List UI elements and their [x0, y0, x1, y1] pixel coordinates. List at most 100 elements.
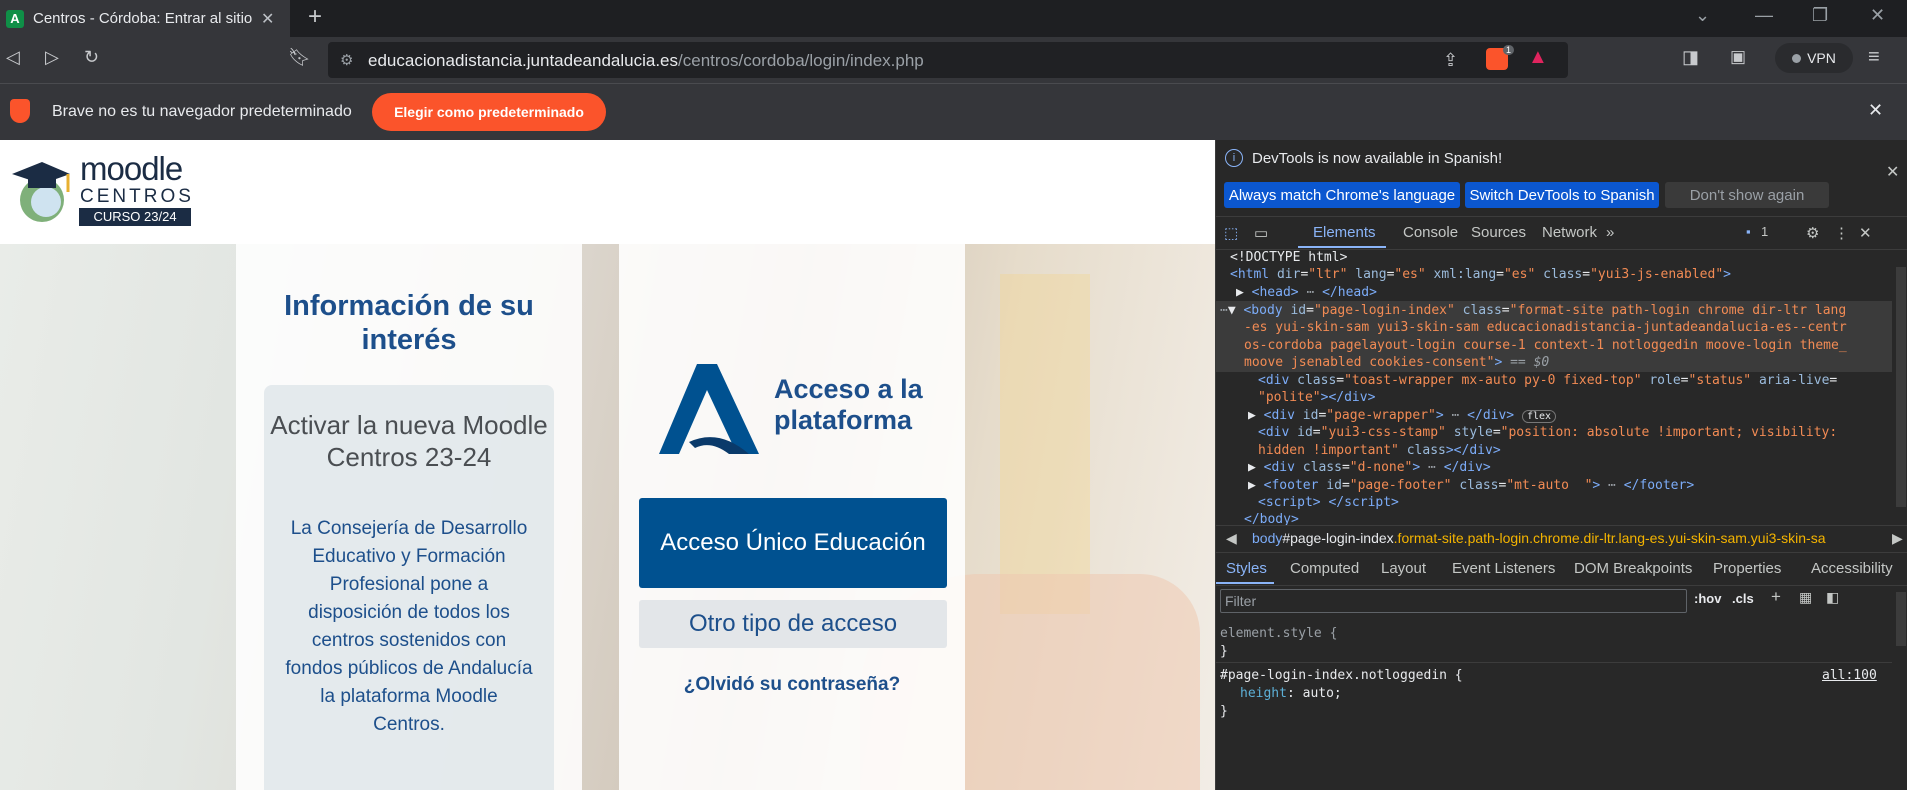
breadcrumb-path[interactable]: body#page-login-index.format-site.path-l… [1252, 530, 1825, 546]
match-language-button[interactable]: Always match Chrome's language [1224, 182, 1460, 208]
sidebar-icon[interactable]: ◨ [1682, 47, 1699, 68]
back-icon[interactable]: ◁ [6, 47, 20, 68]
info-panel: Información de su interés Activar la nue… [236, 244, 582, 790]
inspect-icon[interactable]: ⬚ [1224, 224, 1238, 242]
flex-badge[interactable]: flex [1521, 410, 1557, 423]
set-default-button[interactable]: Elegir como predeterminado [372, 93, 606, 131]
element-style-selector[interactable]: element.style { [1220, 626, 1337, 641]
crumb-right-icon[interactable]: ▶ [1892, 530, 1903, 547]
styles-scrollbar[interactable] [1896, 592, 1906, 646]
rule-divider [1216, 662, 1892, 663]
otro-acceso-button[interactable]: Otro tipo de acceso [639, 600, 947, 648]
new-tab-icon[interactable]: + [308, 3, 322, 31]
subtab-dom-breakpoints[interactable]: DOM Breakpoints [1574, 560, 1692, 577]
vpn-button[interactable]: VPN [1775, 43, 1853, 73]
forgot-password-link[interactable]: ¿Olvidó su contraseña? [619, 674, 965, 696]
share-icon[interactable]: ⇪ [1443, 50, 1458, 71]
rule-val: auto; [1302, 686, 1342, 701]
switch-spanish-button[interactable]: Switch DevTools to Spanish [1465, 182, 1659, 208]
moodle-centros-logo[interactable]: moodle CENTROS CURSO 23/24 [10, 150, 200, 228]
subtab-styles[interactable]: Styles [1226, 560, 1267, 577]
banner-close-icon[interactable]: ✕ [1886, 162, 1899, 182]
dom-dnone-line[interactable]: ▶ <div class="d-none"> ⋯ </div> [1248, 459, 1491, 477]
junta-andalucia-logo-icon [659, 364, 759, 454]
restore-icon[interactable]: ❐ [1812, 5, 1828, 26]
tab-network[interactable]: Network [1542, 224, 1597, 241]
dom-page-wrapper-line[interactable]: ▶ <div id="page-wrapper"> ⋯ </div> flex [1248, 407, 1557, 426]
dom-head-line[interactable]: ▶ <head> ⋯ </head> [1236, 284, 1377, 302]
dom-body-line-1[interactable]: ⋯▼ <body id="page-login-index" class="fo… [1220, 302, 1846, 320]
cls-toggle[interactable]: .cls [1732, 591, 1754, 606]
web-page: moodle CENTROS CURSO 23/24 Información d… [0, 140, 1215, 790]
new-rule-icon[interactable]: + [1771, 587, 1781, 607]
brave-logo-icon [10, 99, 30, 123]
rule-selector[interactable]: #page-login-index.notloggedin { [1220, 668, 1463, 683]
brave-rewards-icon[interactable]: ▲ [1528, 46, 1548, 69]
shields-count: 1 [1503, 45, 1515, 55]
rule-declaration[interactable]: height: auto; [1240, 686, 1342, 701]
subtab-layout[interactable]: Layout [1381, 560, 1426, 577]
menu-icon[interactable]: ≡ [1868, 46, 1880, 69]
vpn-label: VPN [1807, 50, 1836, 66]
tab-close-icon[interactable]: ✕ [261, 9, 274, 29]
reload-icon[interactable]: ↻ [84, 47, 99, 68]
tab-sources[interactable]: Sources [1471, 224, 1526, 241]
crumb-classes: .format-site.path-login.chrome.dir-ltr.l… [1393, 530, 1826, 546]
dom-css-stamp-line[interactable]: <div id="yui3-css-stamp" style="position… [1258, 424, 1837, 442]
issues-icon[interactable]: ▪ [1746, 224, 1751, 239]
url-text[interactable]: educacionadistancia.juntadeandalucia.es/… [368, 51, 924, 71]
address-bar[interactable]: ⚙ educacionadistancia.juntadeandalucia.e… [328, 42, 1568, 78]
forward-icon[interactable]: ▷ [45, 47, 59, 68]
more-options-icon[interactable]: ⋮ [1834, 224, 1849, 242]
hov-toggle[interactable]: :hov [1694, 591, 1721, 606]
dom-toast-line[interactable]: <div class="toast-wrapper mx-auto py-0 f… [1258, 372, 1837, 390]
dom-footer-line[interactable]: ▶ <footer id="page-footer" class="mt-aut… [1248, 477, 1694, 495]
devtools-tabs: ⬚ ▭ Elements Console Sources Network » ▪… [1216, 216, 1907, 250]
subtab-accessibility[interactable]: Accessibility [1811, 560, 1893, 577]
info-card: Activar la nueva Moodle Centros 23-24 La… [264, 385, 554, 790]
dom-body-line-2: -es yui-skin-sam yui3-skin-sam educacion… [1244, 320, 1847, 335]
bookmark-icon[interactable]: 🔖︎ [288, 47, 311, 68]
infobar-close-icon[interactable]: ✕ [1868, 100, 1883, 121]
subtab-computed[interactable]: Computed [1290, 560, 1359, 577]
tab-console[interactable]: Console [1403, 224, 1458, 241]
login-panel: Acceso a la plataforma Acceso Único Educ… [619, 244, 965, 790]
device-toggle-icon[interactable]: ▭ [1254, 224, 1268, 242]
dom-doctype[interactable]: <!DOCTYPE html> [1230, 249, 1347, 267]
rule-close: } [1220, 704, 1228, 719]
color-palette-icon[interactable]: ▦ [1799, 589, 1812, 606]
tab-elements[interactable]: Elements [1313, 224, 1376, 241]
dont-show-again-button[interactable]: Don't show again [1665, 182, 1829, 208]
styles-filter-input[interactable]: Filter [1220, 589, 1687, 613]
element-style-close: } [1220, 644, 1228, 659]
tab-active[interactable]: A Centros - Córdoba: Entrar al sitio ✕ [0, 0, 290, 37]
close-window-icon[interactable]: ✕ [1870, 5, 1885, 26]
devtools-language-banner: i DevTools is now available in Spanish! … [1216, 140, 1907, 216]
info-icon: i [1225, 149, 1243, 167]
background-window-light [1000, 274, 1090, 614]
site-settings-icon[interactable]: ⚙ [340, 51, 353, 69]
settings-gear-icon[interactable]: ⚙ [1806, 224, 1819, 242]
minimize-icon[interactable]: — [1755, 5, 1773, 26]
crumb-left-icon[interactable]: ◀ [1226, 530, 1237, 547]
rule-source-link[interactable]: all:100 [1822, 668, 1877, 683]
acceso-unico-button[interactable]: Acceso Único Educación [639, 498, 947, 588]
info-title: Información de su interés [284, 290, 534, 356]
toggle-sidebar-icon[interactable]: ◧ [1826, 589, 1839, 606]
styles-pane: element.style { } #page-login-index.notl… [1216, 618, 1892, 790]
dom-html-line[interactable]: <html dir="ltr" lang="es" xml:lang="es" … [1230, 266, 1731, 284]
dom-script-line[interactable]: <script> </script> [1258, 494, 1399, 512]
wallet-icon[interactable]: ▣ [1730, 47, 1746, 67]
tab-title: Centros - Córdoba: Entrar al sitio [33, 10, 253, 27]
tab-search-icon[interactable]: ⌄ [1695, 5, 1710, 26]
subtab-properties[interactable]: Properties [1713, 560, 1781, 577]
close-devtools-icon[interactable]: ✕ [1859, 224, 1872, 242]
dom-toast-line-2: "polite"></div> [1258, 390, 1376, 405]
dom-body-line-3: os-cordoba pagelayout-login course-1 con… [1244, 338, 1847, 353]
subtab-event-listeners[interactable]: Event Listeners [1452, 560, 1555, 577]
more-tabs-icon[interactable]: » [1606, 224, 1614, 241]
dom-body-line-4: moove jsenabled cookies-consent"> == $0 [1244, 355, 1550, 370]
dom-scrollbar[interactable] [1896, 267, 1906, 507]
issues-count: 1 [1761, 224, 1769, 239]
card-title: Activar la nueva Moodle Centros 23-24 [270, 410, 548, 472]
